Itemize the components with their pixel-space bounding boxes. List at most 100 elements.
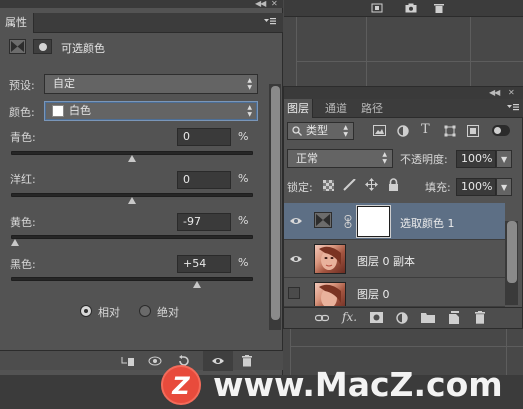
lock-position-icon[interactable] — [365, 178, 378, 191]
add-mask-icon[interactable] — [370, 312, 383, 323]
colors-label: 颜色: — [9, 106, 35, 119]
cyan-slider-thumb[interactable] — [128, 155, 136, 162]
layer-name[interactable]: 选取颜色 1 — [400, 215, 455, 231]
adjustment-layer-icon — [314, 212, 332, 228]
properties-panel: ◀◀ ✕ 属性 可选颜色 预设: 自定 ▲ ▼ 颜色: 白色 ▲ ▼ 青色: 0 %… — [0, 0, 283, 375]
spinner-icon: ▲ ▼ — [382, 151, 387, 165]
clip-to-layer-icon[interactable] — [121, 355, 135, 367]
absolute-label: 绝对 — [157, 306, 179, 319]
magenta-slider-thumb[interactable] — [128, 197, 136, 204]
tab-layers[interactable]: 图层 — [284, 99, 313, 118]
eye-icon[interactable] — [289, 216, 303, 226]
view-previous-icon[interactable] — [148, 355, 162, 367]
opacity-dropdown[interactable]: ▼ — [496, 150, 512, 168]
layer-name[interactable]: 图层 0 副本 — [357, 253, 415, 269]
layer-row-original[interactable]: 图层 0 — [284, 279, 505, 307]
guide-line — [296, 17, 297, 86]
guide-line — [296, 61, 523, 62]
fill-label: 填充: — [425, 181, 451, 194]
filter-toggle[interactable] — [492, 125, 510, 136]
filter-type-icon[interactable]: T — [421, 122, 430, 137]
layer-row-copy[interactable]: 图层 0 副本 — [284, 241, 505, 278]
search-icon — [292, 126, 302, 136]
black-unit: % — [238, 256, 249, 269]
adjustment-title: 可选颜色 — [61, 42, 105, 55]
layer-filter-select[interactable]: 类型 ▲ ▼ — [287, 122, 354, 140]
cyan-label: 青色: — [10, 131, 36, 144]
fill-input[interactable]: 100% — [456, 178, 496, 196]
blend-mode-value: 正常 — [296, 152, 318, 165]
filter-adjustment-icon[interactable] — [397, 125, 409, 137]
trash-icon[interactable] — [474, 311, 486, 324]
yellow-label: 黄色: — [10, 216, 36, 229]
clip-icon[interactable] — [371, 3, 383, 13]
colors-value: 白色 — [69, 104, 91, 117]
layer-thumbnail — [314, 282, 346, 306]
magenta-label: 洋红: — [10, 173, 36, 186]
layer-name[interactable]: 图层 0 — [357, 286, 390, 302]
adjustment-icon[interactable] — [9, 39, 26, 54]
tab-channels[interactable]: 通道 — [322, 99, 350, 118]
preset-value: 自定 — [53, 77, 75, 90]
camera-icon[interactable] — [405, 3, 417, 13]
mask-icon[interactable] — [33, 39, 52, 54]
yellow-value-input[interactable]: -97 — [177, 213, 231, 231]
spinner-icon: ▲ ▼ — [247, 77, 252, 91]
fx-icon[interactable]: fx. — [342, 310, 357, 324]
opacity-input[interactable]: 100% — [456, 150, 496, 168]
tab-properties[interactable]: 属性 — [0, 13, 34, 33]
new-layer-icon[interactable] — [448, 311, 460, 324]
top-toolbar-strip — [284, 0, 523, 17]
lock-icon[interactable] — [388, 178, 399, 191]
opacity-label: 不透明度: — [400, 153, 448, 166]
chevron-down-icon: ▼ — [501, 183, 508, 192]
visibility-checkbox[interactable] — [288, 287, 300, 299]
watermark: Z www.MacZ.com — [161, 359, 523, 409]
black-value-input[interactable]: +54 — [177, 255, 231, 273]
close-icon[interactable]: ✕ — [271, 0, 278, 8]
yellow-slider-thumb[interactable] — [11, 239, 19, 246]
layers-scrollbar-thumb[interactable] — [507, 221, 517, 283]
colors-select[interactable]: 白色 ▲ ▼ — [44, 101, 258, 121]
panel-menu-icon[interactable] — [263, 17, 277, 29]
eye-icon[interactable] — [289, 254, 303, 264]
relative-radio[interactable] — [80, 305, 92, 317]
cyan-value-input[interactable]: 0 — [177, 128, 231, 146]
layer-thumbnail — [314, 244, 346, 274]
filter-pixel-icon[interactable] — [373, 125, 386, 136]
close-icon[interactable]: ✕ — [508, 88, 515, 97]
link-icon[interactable] — [344, 215, 352, 228]
trash-icon[interactable] — [433, 3, 445, 13]
yellow-slider-track[interactable] — [11, 235, 253, 239]
tab-paths[interactable]: 路径 — [358, 99, 386, 118]
filter-shape-icon[interactable] — [444, 125, 456, 137]
watermark-logo-letter: Z — [172, 372, 190, 400]
absolute-radio[interactable] — [139, 305, 151, 317]
magenta-value-input[interactable]: 0 — [177, 171, 231, 189]
relative-label: 相对 — [98, 306, 120, 319]
layer-row-adjustment[interactable]: 选取颜色 1 — [284, 203, 505, 240]
folder-icon[interactable] — [421, 312, 435, 323]
panel-menu-icon[interactable] — [506, 103, 520, 115]
lock-transparent-icon[interactable] — [323, 180, 334, 191]
collapse-icon[interactable]: ◀◀ — [489, 88, 500, 97]
lock-pixels-icon[interactable] — [343, 179, 356, 191]
link-layers-icon[interactable] — [315, 313, 329, 323]
layer-mask-thumbnail[interactable] — [356, 205, 391, 238]
blend-mode-select[interactable]: 正常 ▲ ▼ — [287, 149, 393, 168]
guide-line — [290, 346, 523, 347]
preset-select[interactable]: 自定 ▲ ▼ — [44, 74, 258, 94]
collapse-icon[interactable]: ◀◀ — [255, 0, 266, 8]
new-adjustment-icon[interactable] — [396, 312, 408, 324]
filter-smart-object-icon[interactable] — [467, 125, 479, 137]
black-slider-thumb[interactable] — [193, 281, 201, 288]
layer-filter-value: 类型 — [306, 124, 328, 137]
lock-label: 锁定: — [287, 181, 313, 194]
color-swatch — [52, 105, 64, 117]
fill-dropdown[interactable]: ▼ — [496, 178, 512, 196]
black-slider-track[interactable] — [11, 277, 253, 281]
yellow-unit: % — [238, 214, 249, 227]
properties-scrollbar-thumb[interactable] — [271, 86, 280, 320]
layers-panel: ◀◀ ✕ 图层 通道 路径 类型 ▲ ▼ T 正常 ▲ ▼ 不透明度: 100% ▼… — [283, 86, 523, 329]
guide-line — [470, 17, 471, 86]
